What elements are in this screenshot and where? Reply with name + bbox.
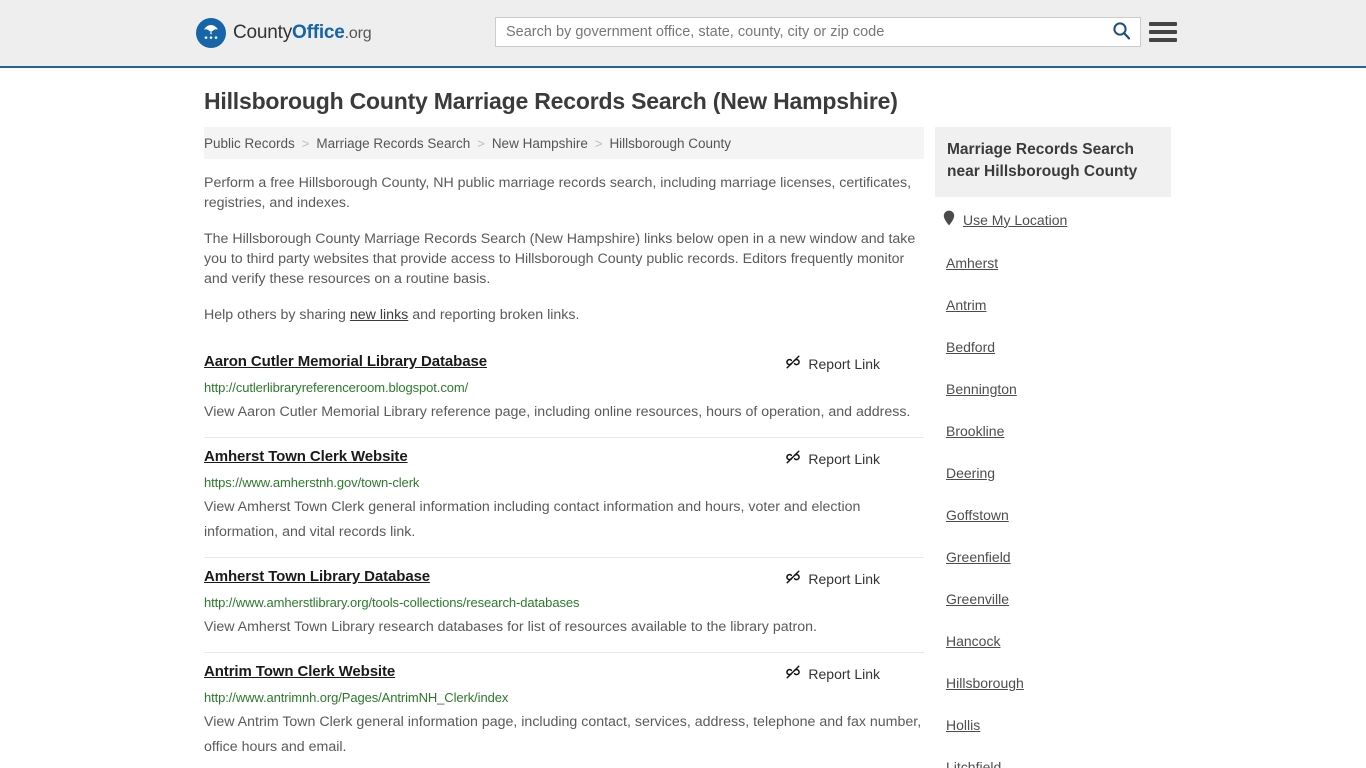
intro-paragraph-3-before: Help others by sharing [204,307,350,323]
sidebar-item-brookline[interactable]: Brookline [935,410,1171,452]
logo-text-org: .org [344,25,372,42]
list-item: Hillsborough [935,662,1171,704]
search-bar[interactable] [495,17,1141,47]
list-item: Greenville [935,578,1171,620]
list-item: Bennington [935,368,1171,410]
breadcrumb-separator-icon: > [301,135,310,151]
list-item: Litchfield [935,746,1171,768]
report-link-button[interactable]: Report Link [785,663,880,683]
sidebar-item-hancock[interactable]: Hancock [935,620,1171,662]
result-header: Aaron Cutler Memorial Library Database R… [204,353,924,373]
result-description: View Amherst Town Library research datab… [204,619,817,635]
sidebar-item-bedford[interactable]: Bedford [935,326,1171,368]
search-icon [1112,21,1131,43]
result-title-link[interactable]: Amherst Town Clerk Website [204,448,408,465]
report-link-label: Report Link [808,450,880,467]
list-item: Greenfield [935,536,1171,578]
main-content: Public Records > Marriage Records Search… [204,127,924,768]
search-input[interactable] [496,18,1102,46]
broken-link-icon [785,354,801,373]
sidebar-item-goffstown[interactable]: Goffstown [935,494,1171,536]
sidebar-item-hillsborough[interactable]: Hillsborough [935,662,1171,704]
breadcrumb-item-new-hampshire[interactable]: New Hampshire [492,136,588,151]
site-header: CountyOffice.org [0,0,1366,68]
list-item: Antrim [935,284,1171,326]
hamburger-menu-button[interactable] [1149,20,1177,44]
hamburger-menu-icon-bar [1149,22,1177,26]
report-link-button[interactable]: Report Link [785,568,880,588]
map-pin-icon [943,210,955,229]
result-url-link[interactable]: https://www.amherstnh.gov/town-clerk [204,475,924,490]
sidebar-item-hollis[interactable]: Hollis [935,704,1171,746]
sidebar-item-deering[interactable]: Deering [935,452,1171,494]
list-item: Deering [935,452,1171,494]
sidebar-item-litchfield[interactable]: Litchfield [935,746,1171,768]
report-link-label: Report Link [808,665,880,682]
list-item: Goffstown [935,494,1171,536]
breadcrumb-separator-icon: > [594,135,603,151]
results-list: Aaron Cutler Memorial Library Database R… [204,345,924,768]
breadcrumb-item-hillsborough-county[interactable]: Hillsborough County [609,136,731,151]
result-header: Amherst Town Library Database Report Lin… [204,568,924,588]
page-title: Hillsborough County Marriage Records Sea… [204,88,898,114]
result-description: View Aaron Cutler Memorial Library refer… [204,404,911,420]
search-button[interactable] [1102,18,1140,46]
result-item: Aaron Cutler Memorial Library Database R… [204,345,924,438]
result-title-link[interactable]: Aaron Cutler Memorial Library Database [204,353,487,370]
report-link-label: Report Link [808,355,880,372]
sidebar-title: Marriage Records Search near Hillsboroug… [947,141,1138,180]
site-logo-text: CountyOffice.org [233,22,372,44]
list-item: Brookline [935,410,1171,452]
sidebar-item-greenville[interactable]: Greenville [935,578,1171,620]
sidebar: Marriage Records Search near Hillsboroug… [935,127,1171,768]
broken-link-icon [785,569,801,588]
list-item: Amherst [935,242,1171,284]
new-links-link[interactable]: new links [350,307,408,323]
result-description: View Amherst Town Clerk general informat… [204,499,861,540]
report-link-button[interactable]: Report Link [785,448,880,468]
list-item: Use My Location [935,197,1171,242]
breadcrumb: Public Records > Marriage Records Search… [204,127,924,159]
result-url-link[interactable]: http://cutlerlibraryreferenceroom.blogsp… [204,380,924,395]
intro-paragraph-3-after: and reporting broken links. [408,307,580,323]
broken-link-icon [785,664,801,683]
logo-text-office: Office [292,22,345,43]
eagle-stars-logo-icon [196,18,226,48]
sidebar-item-amherst[interactable]: Amherst [935,242,1171,284]
result-header: Amherst Town Clerk Website Report Link [204,448,924,468]
result-title-link[interactable]: Amherst Town Library Database [204,568,430,585]
result-title-link[interactable]: Antrim Town Clerk Website [204,663,395,680]
sidebar-nearby-list: Use My Location Amherst Antrim Bedford B… [935,197,1171,768]
report-link-button[interactable]: Report Link [785,353,880,373]
report-link-label: Report Link [808,570,880,587]
breadcrumb-separator-icon: > [477,135,485,151]
use-my-location-label: Use My Location [963,211,1068,228]
result-item: Antrim Town Clerk Website Report Link ht… [204,653,924,768]
sidebar-item-greenfield[interactable]: Greenfield [935,536,1171,578]
result-url-link[interactable]: http://www.antrimnh.org/Pages/AntrimNH_C… [204,690,924,705]
result-description: View Antrim Town Clerk general informati… [204,714,922,755]
hamburger-menu-icon-bar [1149,30,1177,34]
breadcrumb-item-marriage-records-search[interactable]: Marriage Records Search [316,136,470,151]
result-item: Amherst Town Library Database Report Lin… [204,558,924,653]
hamburger-menu-icon-bar [1149,38,1177,42]
sidebar-header: Marriage Records Search near Hillsboroug… [935,127,1171,197]
site-logo-link[interactable]: CountyOffice.org [196,18,372,48]
intro-paragraph-3: Help others by sharing new links and rep… [204,289,924,325]
list-item: Hancock [935,620,1171,662]
logo-text-county: County [233,22,293,43]
result-item: Amherst Town Clerk Website Report Link h… [204,438,924,558]
intro-paragraph-2: The Hillsborough County Marriage Records… [204,231,916,287]
intro-paragraph-1: Perform a free Hillsborough County, NH p… [204,175,912,211]
sidebar-item-antrim[interactable]: Antrim [935,284,1171,326]
use-my-location-link[interactable]: Use My Location [935,197,1171,242]
result-header: Antrim Town Clerk Website Report Link [204,663,924,683]
broken-link-icon [785,449,801,468]
breadcrumb-item-public-records[interactable]: Public Records [204,136,295,151]
sidebar-item-bennington[interactable]: Bennington [935,368,1171,410]
list-item: Bedford [935,326,1171,368]
result-url-link[interactable]: http://www.amherstlibrary.org/tools-coll… [204,595,924,610]
list-item: Hollis [935,704,1171,746]
